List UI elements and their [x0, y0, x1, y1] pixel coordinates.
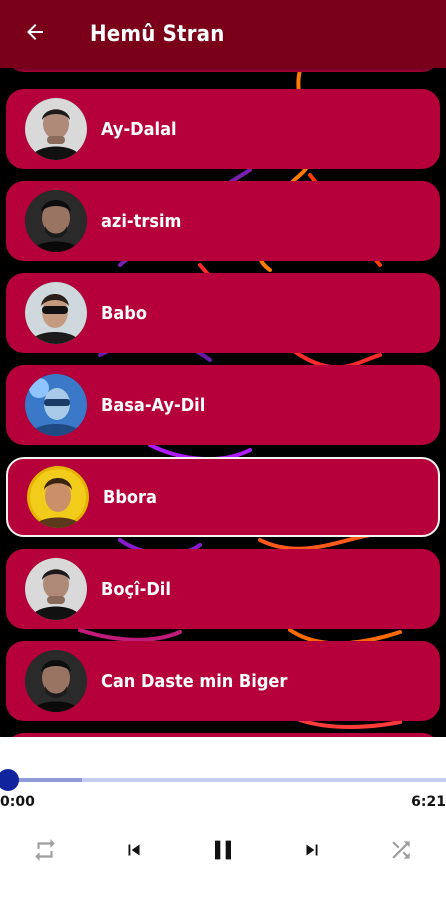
seek-bar-thumb[interactable] — [0, 769, 19, 791]
singer-portrait-icon — [25, 98, 87, 160]
current-time: 0:00 — [0, 794, 35, 810]
skip-next-icon — [301, 839, 323, 865]
singer-portrait-icon — [25, 374, 87, 436]
song-item[interactable]: Boçî-Dil — [6, 549, 440, 629]
shuffle-button[interactable] — [381, 832, 421, 872]
song-item[interactable]: Basa-Ay-Dil — [6, 365, 440, 445]
song-item[interactable]: Ay-Dalal — [6, 89, 440, 169]
skip-previous-button[interactable] — [114, 832, 154, 872]
app-screen: Ay-Dalal azi-trsim Babo Basa-Ay-Dil Bbor — [0, 0, 446, 900]
music-player: 0:00 6:21 — [0, 737, 446, 900]
repeat-icon — [32, 837, 58, 867]
repeat-button[interactable] — [25, 832, 65, 872]
song-title: Ay-Dalal — [101, 118, 177, 140]
skip-next-button[interactable] — [292, 832, 332, 872]
song-title: Bbora — [103, 486, 157, 508]
song-item[interactable]: Babo — [6, 273, 440, 353]
singer-portrait-icon — [25, 650, 87, 712]
pause-icon — [207, 834, 239, 870]
skip-previous-icon — [123, 839, 145, 865]
singer-portrait-icon — [25, 282, 87, 344]
arrow-back-icon — [23, 20, 47, 48]
song-list[interactable]: Ay-Dalal azi-trsim Babo Basa-Ay-Dil Bbor — [0, 0, 446, 737]
shuffle-icon — [388, 837, 414, 867]
song-title: Boçî-Dil — [101, 578, 171, 600]
song-item[interactable]: Can Daste min Biger — [6, 641, 440, 721]
song-title: azi-trsim — [101, 210, 182, 232]
page-title: Hemû Stran — [90, 21, 225, 47]
back-button[interactable] — [0, 0, 70, 68]
song-item-selected[interactable]: Bbora — [6, 457, 440, 537]
singer-portrait-icon — [25, 558, 87, 620]
singer-portrait-icon — [27, 466, 89, 528]
duration-time: 6:21 — [411, 794, 446, 810]
song-title: Can Daste min Biger — [101, 670, 288, 692]
app-bar: Hemû Stran — [0, 0, 446, 68]
pause-button[interactable] — [203, 832, 243, 872]
song-title: Babo — [101, 302, 147, 324]
song-item[interactable]: azi-trsim — [6, 181, 440, 261]
seek-bar-buffer — [8, 778, 83, 782]
singer-portrait-icon — [25, 190, 87, 252]
song-title: Basa-Ay-Dil — [101, 394, 206, 416]
